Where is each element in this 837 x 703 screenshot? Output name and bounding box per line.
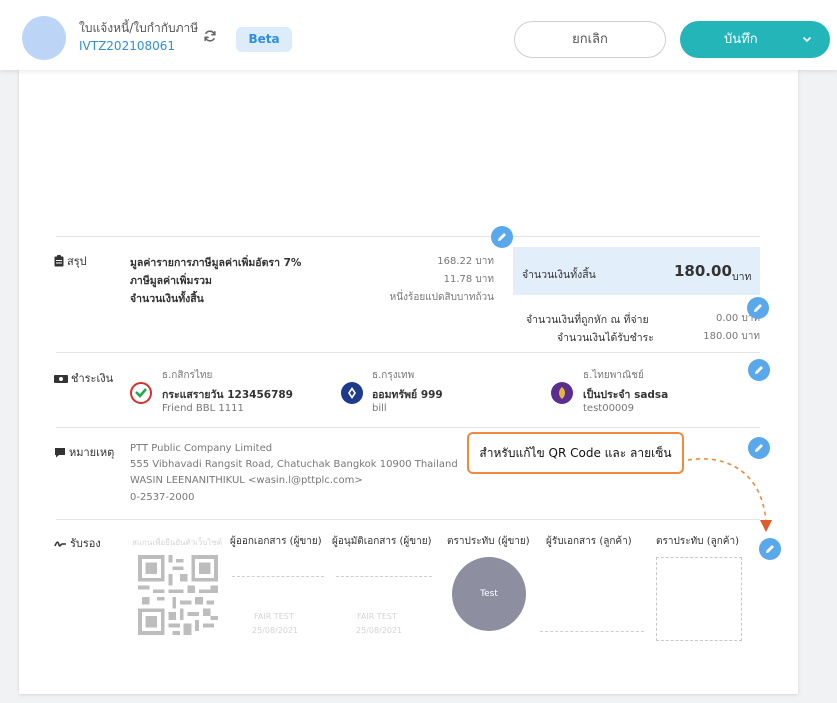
signature-icon	[54, 541, 66, 547]
scan-hint: สแกนเพื่อยืนยันตัวเว็บไซต์	[132, 538, 223, 547]
bangkok-bank-logo-icon	[341, 382, 363, 404]
summary-row-value: 168.22 บาท	[437, 256, 494, 267]
signature-column-header: ผู้รับเอกสาร (ลูกค้า)	[546, 536, 632, 547]
grand-total-label: จำนวนเงินทั้งสิ้น	[522, 269, 596, 281]
customer-stamp-box	[656, 557, 742, 641]
withheld-label: จำนวนเงินที่ถูกหัก ณ ที่จ่าย	[526, 314, 649, 326]
bank-note: test00009	[583, 403, 635, 414]
bank-name: ธ.กรุงเทพ	[372, 370, 415, 381]
qr-signature-callout: สำหรับแก้ไข QR Code และ ลายเซ็น	[467, 432, 684, 474]
issuer-name: FAIR TEST	[254, 612, 294, 621]
bank-account: เป็นประจำ sadsa	[583, 389, 669, 401]
divider	[56, 352, 760, 353]
grand-total-unit: บาท	[732, 271, 752, 283]
top-bar: ใบแจ้งหนี้/ใบกำกับภาษี IVTZ202108061 Bet…	[0, 0, 837, 70]
pencil-icon	[754, 304, 762, 312]
payment-section-label: ชำระเงิน	[54, 369, 113, 387]
certify-section-label: รับรอง	[54, 534, 101, 552]
save-button[interactable]: บันทึก	[680, 21, 830, 58]
received-label: จำนวนเงินได้รับชำระ	[557, 332, 654, 344]
approver-date: 25/08/2021	[356, 626, 403, 635]
bank-name: ธ.ไทยพาณิชย์	[583, 370, 644, 381]
scb-logo-icon	[551, 382, 573, 404]
refresh-icon[interactable]	[203, 29, 217, 43]
divider	[56, 519, 760, 520]
signature-line	[232, 576, 324, 577]
summary-row-value: 11.78 บาท	[443, 274, 494, 285]
bank-name: ธ.กสิกรไทย	[162, 370, 213, 381]
signature-column-header: ผู้ออกเอกสาร (ผู้ขาย)	[230, 536, 322, 547]
chat-bubble-icon	[55, 448, 65, 458]
signature-column-header: ตราประทับ (ผู้ขาย)	[447, 536, 530, 547]
received-value: 180.00 บาท	[703, 331, 760, 342]
divider	[56, 236, 760, 237]
remark-line: WASIN LEENANITHIKUL <wasin.l@pttplc.com>	[130, 475, 363, 486]
approver-name: FAIR TEST	[357, 612, 397, 621]
beta-badge: Beta	[236, 27, 292, 52]
remark-section-label: หมายเหตุ	[54, 443, 114, 461]
edit-total-button[interactable]	[747, 297, 769, 319]
edit-certify-button[interactable]	[759, 538, 781, 560]
pencil-icon	[498, 233, 506, 241]
bank-note: bill	[372, 403, 387, 414]
remark-line: 0-2537-2000	[130, 492, 195, 503]
summary-row-label: จำนวนเงินทั้งสิ้น	[130, 293, 204, 305]
kasikorn-logo-icon	[130, 382, 152, 404]
grand-total-value: 180.00	[674, 262, 732, 280]
pencil-icon	[766, 545, 774, 553]
signature-column-header: ผู้อนุมัติเอกสาร (ผู้ขาย)	[332, 536, 432, 547]
summary-row-label: มูลค่ารายการภาษีมูลค่าเพิ่มอัตรา 7%	[130, 257, 302, 269]
signature-line	[336, 576, 432, 577]
bank-account: กระแสรายวัน 123456789	[162, 389, 293, 401]
chevron-down-icon[interactable]	[802, 34, 812, 44]
cancel-button[interactable]: ยกเลิก	[514, 21, 666, 58]
summary-row-value: หนึ่งร้อยแปดสิบบาทถ้วน	[389, 292, 494, 303]
seller-stamp: Test	[452, 557, 526, 631]
remark-line: 555 Vibhavadi Rangsit Road, Chatuchak Ba…	[130, 459, 458, 470]
qr-code[interactable]	[138, 555, 218, 635]
save-button-label: บันทึก	[724, 32, 758, 47]
document-number[interactable]: IVTZ202108061	[79, 39, 175, 53]
edit-summary-button[interactable]	[491, 226, 513, 248]
edit-remark-button[interactable]	[748, 437, 770, 459]
bank-note: Friend BBL 1111	[162, 403, 244, 414]
avatar[interactable]	[22, 16, 66, 60]
pencil-icon	[755, 366, 763, 374]
signature-column-header: ตราประทับ (ลูกค้า)	[656, 536, 739, 547]
issuer-date: 25/08/2021	[252, 626, 299, 635]
summary-row-label: ภาษีมูลค่าเพิ่มรวม	[130, 275, 212, 287]
edit-payment-button[interactable]	[748, 359, 770, 381]
divider	[56, 427, 760, 428]
remark-line: PTT Public Company Limited	[130, 443, 273, 454]
document-type: ใบแจ้งหนี้/ใบกำกับภาษี	[79, 21, 199, 35]
summary-section-label: สรุป	[54, 252, 87, 270]
bank-account: ออมทรัพย์ 999	[372, 389, 443, 401]
cash-icon	[54, 375, 68, 383]
clipboard-icon	[54, 255, 64, 267]
signature-line	[540, 631, 644, 632]
pencil-icon	[755, 444, 763, 452]
